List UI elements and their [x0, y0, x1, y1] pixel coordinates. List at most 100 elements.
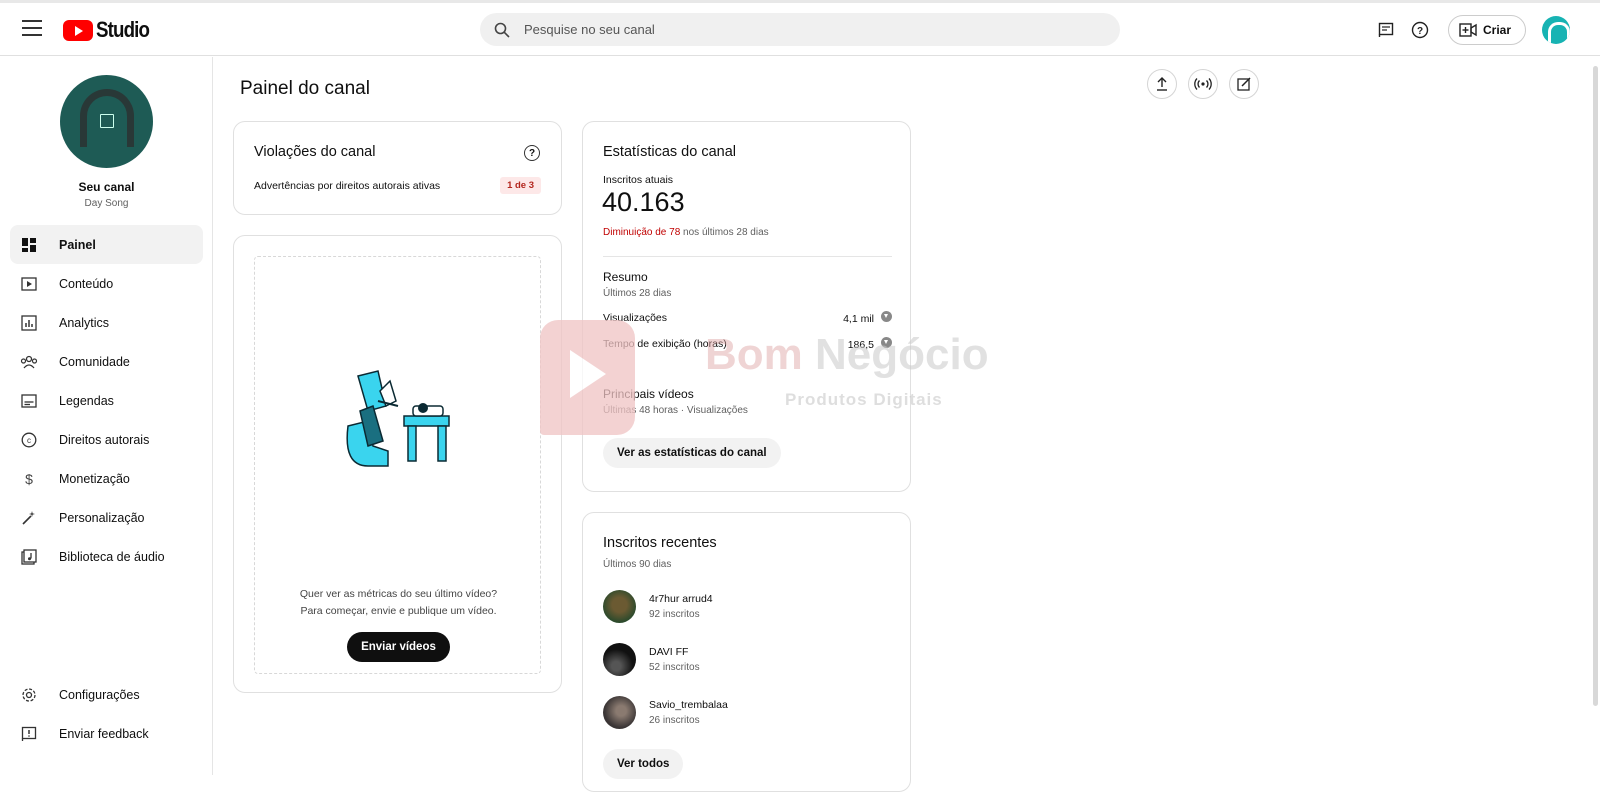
svg-text:?: ? [1417, 26, 1423, 37]
list-item[interactable]: 4r7hur arrud4 92 inscritos [603, 590, 892, 623]
summary-title: Resumo [603, 270, 648, 284]
sidebar-item-monetizacao[interactable]: $ Monetização [10, 459, 203, 498]
avatar [603, 643, 636, 676]
violations-card: Violações do canal ? Advertências por di… [233, 121, 562, 215]
audio-library-icon [20, 548, 38, 566]
subscribers-change: Diminuição de 78 nos últimos 28 dias [603, 227, 769, 238]
subscriber-count: 52 inscritos [649, 662, 700, 673]
sidebar-item-label: Legendas [59, 393, 114, 408]
microscope-illustration-icon [346, 370, 450, 467]
create-video-icon [1459, 23, 1477, 37]
live-broadcast-icon[interactable] [1188, 69, 1218, 99]
gear-icon [20, 686, 38, 704]
subscriber-name: DAVI FF [649, 646, 689, 658]
upload-hint-line1: Quer ver as métricas do seu último vídeo… [299, 588, 498, 600]
list-item[interactable]: Savio_trembalaa 26 inscritos [603, 696, 892, 729]
top-videos-period: Últimas 48 horas · Visualizações [603, 405, 748, 416]
top-bar: Studio ? Criar [0, 0, 1600, 56]
create-button-label: Criar [1482, 23, 1511, 37]
subscriber-name: Savio_trembalaa [649, 699, 728, 711]
sidebar: Seu canal Day Song Painel Conteúdo Analy… [0, 57, 213, 775]
trend-down-icon [881, 311, 892, 322]
recent-subs-title: Inscritos recentes [603, 535, 717, 551]
account-avatar[interactable] [1542, 16, 1570, 44]
content-icon [20, 275, 38, 293]
sidebar-item-direitos-autorais[interactable]: c Direitos autorais [10, 420, 203, 459]
sidebar-item-label: Monetização [59, 471, 130, 486]
divider [603, 256, 892, 257]
youtube-logo-icon [63, 19, 93, 41]
sidebar-item-label: Painel [59, 237, 96, 252]
view-channel-stats-button[interactable]: Ver as estatísticas do canal [603, 438, 781, 468]
sidebar-item-label: Configurações [59, 687, 140, 702]
sidebar-item-painel[interactable]: Painel [10, 225, 203, 264]
subscriber-name: 4r7hur arrud4 [649, 593, 713, 605]
search-input[interactable] [524, 22, 1084, 37]
sidebar-item-label: Comunidade [59, 354, 130, 369]
scrollbar[interactable] [1593, 66, 1598, 706]
watch-time-row: Tempo de exibição (horas) 186,5 [603, 337, 892, 351]
copyright-icon: c [20, 431, 38, 449]
subscribers-label: Inscritos atuais [603, 174, 674, 186]
top-videos-title: Principais vídeos [603, 387, 694, 401]
watch-time-label: Tempo de exibição (horas) [603, 338, 727, 350]
stats-title: Estatísticas do canal [603, 144, 736, 160]
sidebar-item-biblioteca-audio[interactable]: Biblioteca de áudio [10, 537, 203, 576]
svg-text:c: c [27, 436, 31, 445]
sidebar-item-configuracoes[interactable]: Configurações [10, 675, 203, 714]
sidebar-item-label: Direitos autorais [59, 432, 150, 447]
analytics-icon [20, 314, 38, 332]
edit-post-icon[interactable] [1229, 69, 1259, 99]
quick-actions [1147, 69, 1270, 99]
help-icon[interactable]: ? [1406, 16, 1434, 44]
external-link-icon [100, 114, 114, 128]
views-value: 4,1 mil [843, 313, 874, 325]
community-icon [20, 353, 38, 371]
views-label: Visualizações [603, 312, 668, 324]
feedback-icon [20, 725, 38, 743]
customization-icon [20, 509, 38, 527]
upload-icon[interactable] [1147, 69, 1177, 99]
sidebar-item-label: Conteúdo [59, 276, 114, 291]
studio-logo[interactable]: Studio [63, 17, 158, 43]
sidebar-item-label: Biblioteca de áudio [59, 549, 165, 564]
feedback-message-icon[interactable] [1372, 16, 1400, 44]
sidebar-item-personalizacao[interactable]: Personalização [10, 498, 203, 537]
upload-hint-line2: Para começar, envie e publique um vídeo. [300, 605, 497, 617]
channel-stats-card: Estatísticas do canal Inscritos atuais 4… [582, 121, 911, 492]
subscriber-count: 92 inscritos [649, 609, 700, 620]
trend-down-icon [881, 337, 892, 348]
monetization-icon: $ [25, 470, 33, 487]
menu-icon[interactable] [22, 20, 42, 36]
sidebar-item-conteudo[interactable]: Conteúdo [10, 264, 203, 303]
latest-video-card: Quer ver as métricas do seu último vídeo… [233, 235, 562, 693]
subscribers-value: 40.163 [602, 187, 685, 217]
subtitles-icon [20, 392, 38, 410]
recent-subscribers-card: Inscritos recentes Últimos 90 dias 4r7hu… [582, 512, 911, 792]
subscriber-list: 4r7hur arrud4 92 inscritos DAVI FF 52 insc… [603, 590, 892, 749]
logo-text: Studio [96, 17, 150, 42]
sidebar-item-comunidade[interactable]: Comunidade [10, 342, 203, 381]
violations-title: Violações do canal [254, 144, 376, 160]
sidebar-item-legendas[interactable]: Legendas [10, 381, 203, 420]
decrease-text: Diminuição de 78 [603, 227, 681, 238]
dashboard-icon [20, 236, 38, 254]
channel-avatar[interactable] [60, 75, 153, 168]
upload-videos-button[interactable]: Enviar vídeos [347, 632, 450, 662]
sidebar-item-enviar-feedback[interactable]: Enviar feedback [10, 714, 203, 753]
avatar [603, 590, 636, 623]
help-icon[interactable]: ? [524, 145, 540, 161]
change-period: nos últimos 28 dias [680, 227, 769, 238]
sidebar-item-analytics[interactable]: Analytics [10, 303, 203, 342]
views-row: Visualizações 4,1 mil [603, 311, 892, 325]
sidebar-item-label: Analytics [59, 315, 110, 330]
list-item[interactable]: DAVI FF 52 inscritos [603, 643, 892, 676]
recent-subs-period: Últimos 90 dias [603, 559, 672, 570]
sidebar-item-label: Enviar feedback [59, 726, 149, 741]
subscriber-count: 26 inscritos [649, 715, 700, 726]
create-button[interactable]: Criar [1447, 15, 1526, 45]
strikes-badge[interactable]: 1 de 3 [500, 177, 541, 194]
search-icon [494, 22, 510, 38]
copyright-strikes-label: Advertências por direitos autorais ativa… [254, 180, 441, 192]
search-bar[interactable] [480, 13, 1120, 46]
